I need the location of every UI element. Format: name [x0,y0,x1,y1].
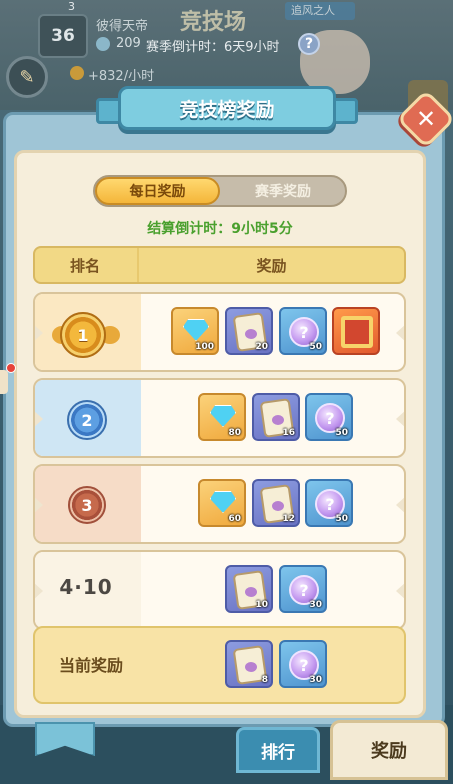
bronze-medal-icon: 3 [68,486,106,524]
row-notch [396,324,404,342]
reward-qty: 8 [261,675,268,685]
player-name: 彼得天帝 [96,19,149,34]
mystery-orb-reward[interactable]: ? 50 [279,307,327,355]
row-notch [396,496,404,514]
reward-qty: 30 [309,600,322,610]
income-rate: +832/小时 [88,69,155,84]
reward-qty: 80 [228,428,241,438]
card-emblem [245,662,257,672]
reward-qty: 50 [335,428,348,438]
coin-icon [70,66,84,80]
hero-banner: 追风之人 [285,2,355,20]
row-notch [396,410,404,428]
row-notch [396,582,404,600]
diamond-icon [210,491,236,513]
mystery-orb-reward[interactable]: ? 50 [305,479,353,527]
gold-medal-icon: 1 [60,312,106,358]
card-emblem [245,587,257,597]
card-emblem [245,329,257,339]
tab-season-reward[interactable]: 赛季奖励 [222,177,344,205]
reward-qty: 20 [255,342,268,352]
avatar-frame-icon [341,316,373,348]
card-reward[interactable]: 12 [252,479,300,527]
mystery-orb-reward[interactable]: ? 30 [279,640,327,688]
current-reward-label: 当前奖励 [58,656,123,675]
ticket-icon[interactable]: ✎ [6,56,48,98]
arena-title: 竞技场 [180,10,247,35]
card-emblem [272,415,284,425]
header-reward: 奖励 [256,256,287,275]
reward-qty: 50 [335,514,348,524]
power-value: 209 [116,36,141,51]
card-reward[interactable]: 20 [225,307,273,355]
card-reward[interactable]: 10 [225,565,273,613]
help-button[interactable]: ? [298,33,320,55]
season-countdown: 赛季倒计时：6天9小时 [146,40,280,55]
reward-qty: 16 [282,428,295,438]
reward-qty: 100 [195,342,214,352]
dialog-title: 竞技榜奖励 [179,98,275,121]
reward-qty: 30 [309,675,322,685]
card-reward[interactable]: 8 [225,640,273,688]
diamond-reward[interactable]: 60 [198,479,246,527]
mystery-orb-reward[interactable]: ? 50 [305,393,353,441]
reward-qty: 50 [309,342,322,352]
close-icon[interactable]: ✕ [405,98,447,140]
card-reward[interactable]: 16 [252,393,300,441]
tab-daily-reward[interactable]: 每日奖励 [95,177,220,205]
power-icon [96,37,110,51]
side-chip[interactable] [0,370,8,394]
tab-reward[interactable]: 奖励 [330,720,448,780]
diamond-icon [210,405,236,427]
header-rank: 排名 [69,256,100,275]
tab-ranking[interactable]: 排行 [236,727,320,773]
notification-dot [6,363,16,373]
settlement-countdown: 结算倒计时：9小时5分 [147,221,293,237]
reward-qty: 10 [255,600,268,610]
reward-qty: 12 [282,514,295,524]
diamond-reward[interactable]: 80 [198,393,246,441]
reward-qty: 60 [228,514,241,524]
diamond-icon [183,319,209,341]
card-emblem [272,501,284,511]
level-small: 3 [68,0,75,13]
diamond-reward[interactable]: 100 [171,307,219,355]
rank-range-label: 4·10 [59,575,113,599]
avatar-frame-reward[interactable] [332,307,380,355]
level-badge: 36 [38,14,88,58]
silver-medal-icon: 2 [67,400,107,440]
mystery-orb-reward[interactable]: ? 30 [279,565,327,613]
